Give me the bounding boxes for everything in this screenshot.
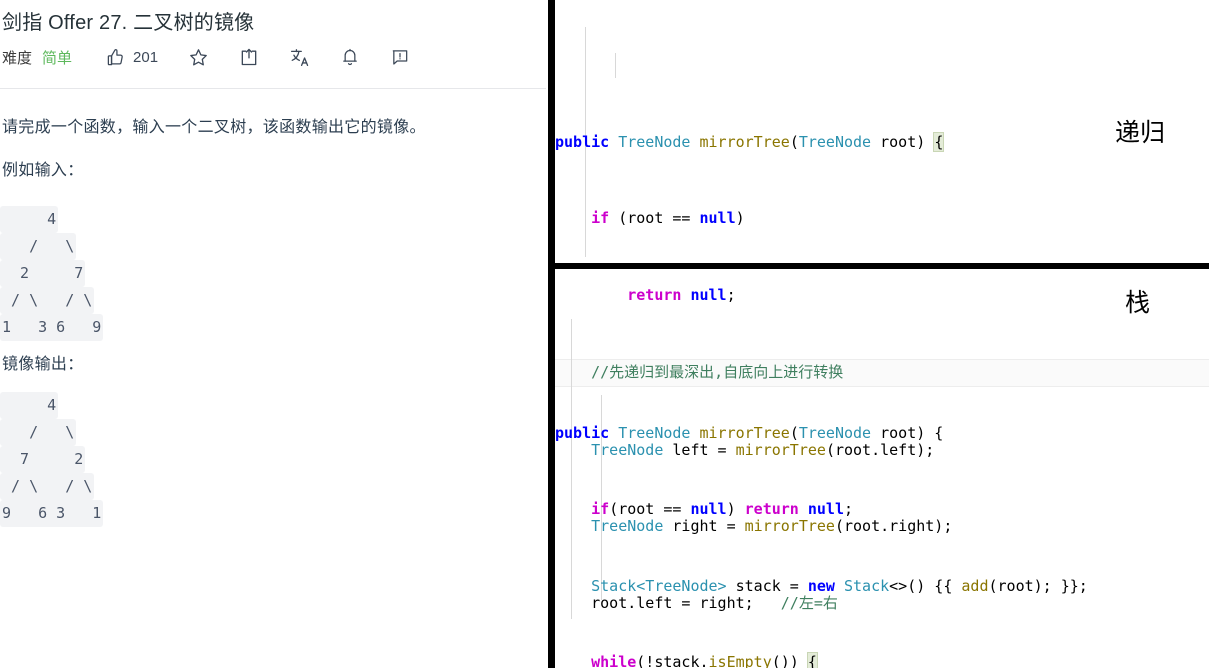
tree-line: / \ bbox=[0, 233, 77, 260]
like-count: 201 bbox=[133, 48, 159, 66]
tree-line: 7 2 bbox=[0, 446, 86, 473]
code-line: public TreeNode mirrorTree(TreeNode root… bbox=[555, 423, 944, 442]
thumbs-up-icon bbox=[106, 48, 125, 67]
code-line: if (root == null) bbox=[591, 209, 745, 227]
tree-line: / \ / \ bbox=[0, 287, 95, 314]
problem-description-text: 请完成一个函数，输入一个二叉树，该函数输出它的镜像。 bbox=[2, 119, 426, 136]
tree-line: 1 3 6 9 bbox=[0, 314, 104, 341]
problem-and-code-view: 剑指 Offer 27. 二叉树的镜像 难度 简单 201 请完成一个函数，输入… bbox=[0, 0, 1209, 668]
input-tree-diagram: 4 / \ 2 7 / \ / \ 1 3 6 9 bbox=[0, 206, 104, 341]
code-line: if(root == null) return null; bbox=[591, 500, 854, 518]
mirror-output-label: 镜像输出： bbox=[2, 356, 84, 373]
tree-line: 2 7 bbox=[0, 260, 86, 287]
pane-divider bbox=[548, 0, 555, 668]
annotation-stack: 栈 bbox=[1125, 288, 1151, 317]
translate-icon bbox=[289, 47, 310, 68]
favorite-button[interactable] bbox=[188, 47, 209, 68]
code-line: public TreeNode mirrorTree(TreeNode root… bbox=[555, 131, 945, 152]
status-badge: 简单 bbox=[42, 49, 73, 67]
translate-button[interactable] bbox=[289, 47, 310, 68]
page-title: 剑指 Offer 27. 二叉树的镜像 bbox=[2, 12, 255, 34]
code-line: Stack<TreeNode> stack = new Stack<>() {{… bbox=[591, 576, 1088, 595]
tree-line: / \ / \ bbox=[0, 473, 95, 500]
feedback-icon bbox=[390, 47, 410, 67]
stack-solution-code[interactable]: public TreeNode mirrorTree(TreeNode root… bbox=[555, 293, 1209, 668]
bell-icon bbox=[340, 47, 360, 67]
tree-line: 9 6 3 1 bbox=[0, 500, 104, 527]
difficulty-label: 难度 bbox=[2, 49, 33, 67]
tree-line: / \ bbox=[0, 419, 77, 446]
example-input-label: 例如输入： bbox=[2, 162, 84, 179]
code-line: while(!stack.isEmpty()) { bbox=[555, 650, 1209, 668]
feedback-button[interactable] bbox=[390, 47, 410, 67]
indent-guide bbox=[615, 53, 616, 78]
problem-meta-row: 难度 简单 201 bbox=[2, 42, 410, 72]
header-divider bbox=[0, 88, 546, 89]
code-editor-pane: public TreeNode mirrorTree(TreeNode root… bbox=[555, 0, 1209, 668]
star-icon bbox=[188, 47, 209, 68]
like-button[interactable]: 201 bbox=[106, 48, 158, 67]
share-button[interactable] bbox=[239, 47, 259, 67]
tree-line: 4 bbox=[0, 392, 59, 419]
code-section-divider bbox=[555, 263, 1209, 269]
annotation-recursion: 递归 bbox=[1115, 118, 1166, 147]
problem-description-pane: 剑指 Offer 27. 二叉树的镜像 难度 简单 201 请完成一个函数，输入… bbox=[0, 0, 546, 668]
output-tree-diagram: 4 / \ 7 2 / \ / \ 9 6 3 1 bbox=[0, 392, 104, 527]
tree-line: 4 bbox=[0, 206, 59, 233]
share-icon bbox=[239, 47, 259, 67]
notification-button[interactable] bbox=[340, 47, 360, 67]
